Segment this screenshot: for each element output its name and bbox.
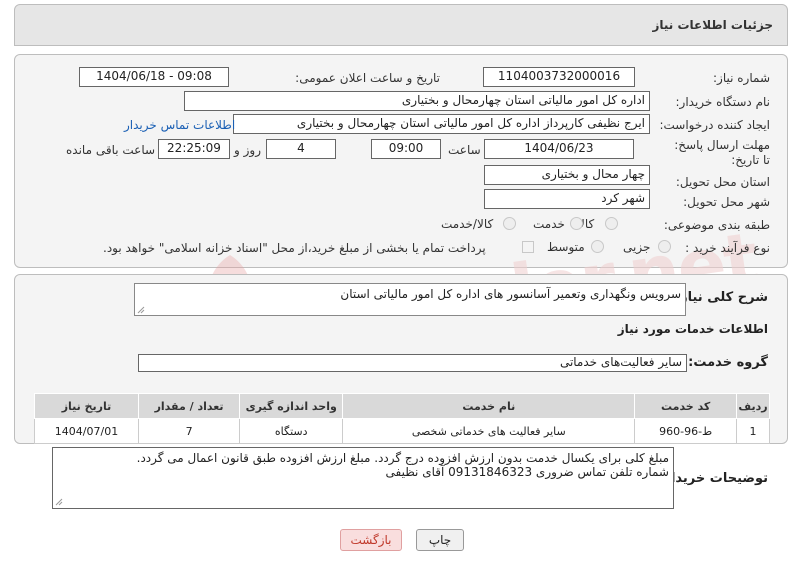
cell-code: ط-96-960 (634, 418, 738, 444)
need-number-field: 1104003732000016 (483, 67, 635, 87)
remaining-label: ساعت باقی مانده (66, 143, 156, 157)
back-button[interactable]: بازگشت (340, 529, 402, 551)
remaining-time-field: 22:25:09 (158, 139, 230, 159)
treasury-checkbox[interactable] (522, 241, 534, 253)
service-group-field: سایر فعالیت‌های خدماتی (138, 354, 687, 372)
deadline-time-field: 09:00 (371, 139, 441, 159)
days-field: 4 (266, 139, 336, 159)
category-option-service: خدمت (533, 217, 565, 231)
category-radio-service[interactable] (570, 217, 583, 230)
col-qty: تعداد / مقدار (137, 393, 241, 419)
buyer-notes-field: مبلغ کلی برای یکسال خدمت بدون ارزش افزود… (52, 447, 674, 509)
buyer-notes-line-2: شماره تلفن تماس ضروری 09131846323 آقای ن… (385, 465, 670, 479)
services-table: ردیف کد خدمت نام خدمت واحد اندازه گیری ت… (34, 393, 770, 444)
process-label: نوع فرآیند خرید : (685, 241, 770, 255)
col-name: نام خدمت (342, 393, 636, 419)
deadline-label: مهلت ارسال پاسخ: تا تاریخ: (674, 138, 770, 167)
description-field: سرویس ونگهداری وتعمیر آسانسور های اداره … (134, 283, 686, 316)
table-row: 1 ط-96-960 سایر فعالیت های خدماتی شخصی د… (34, 418, 770, 444)
cell-index: 1 (736, 418, 770, 444)
payment-note: پرداخت تمام یا بخشی از مبلغ خرید،از محل … (103, 241, 486, 255)
col-unit: واحد اندازه گیری (239, 393, 344, 419)
city-field: شهر کرد (484, 189, 650, 209)
cell-qty: 7 (137, 418, 241, 444)
province-label: استان محل تحویل: (675, 175, 770, 189)
buyer-field: اداره کل امور مالیاتی استان چهارمحال و ب… (184, 91, 650, 111)
need-number-label: شماره نیاز: (713, 71, 770, 85)
buyer-label: نام دستگاه خریدار: (675, 95, 771, 109)
cell-unit: دستگاه (239, 418, 344, 444)
print-button[interactable]: چاپ (416, 529, 464, 551)
process-radio-medium[interactable] (591, 240, 604, 253)
deadline-date-field: 1404/06/23 (484, 139, 634, 159)
col-date: تاریخ نیاز (34, 393, 139, 419)
category-radio-goods[interactable] (605, 217, 618, 230)
description-label: شرح کلی نیاز: (674, 290, 768, 305)
process-radio-minor[interactable] (658, 240, 671, 253)
requester-label: ایجاد کننده درخواست: (659, 118, 770, 132)
resize-handle-icon[interactable] (137, 306, 145, 314)
announce-label: تاریخ و ساعت اعلان عمومی: (295, 71, 440, 85)
cell-date: 1404/07/01 (34, 418, 139, 444)
deadline-time-label: ساعت (448, 143, 481, 157)
category-radio-goods-service[interactable] (503, 217, 516, 230)
category-option-goods-service: کالا/خدمت (441, 217, 494, 231)
header-bar: جزئیات اطلاعات نیاز (14, 4, 788, 46)
notes-resize-handle-icon[interactable] (55, 498, 63, 506)
col-code: کد خدمت (634, 393, 738, 419)
cell-name: سایر فعالیت های خدماتی شخصی (342, 418, 636, 444)
requester-field: ایرج نظیفی کارپرداز اداره کل امور مالیات… (233, 114, 650, 134)
buyer-contact-link[interactable]: اطلاعات تماس خریدار (124, 118, 235, 132)
province-field: چهار محال و بختیاری (484, 165, 650, 185)
buyer-notes-label: توضیحات خریدار: (658, 471, 768, 486)
col-index: ردیف (736, 393, 770, 419)
page-title: جزئیات اطلاعات نیاز (652, 18, 773, 32)
announce-field: 1404/06/18 - 09:08 (79, 67, 229, 87)
service-group-label: گروه خدمت: (688, 355, 768, 370)
days-label: روز و (234, 143, 261, 157)
process-option-medium: متوسط (547, 240, 585, 254)
buyer-notes-line-1: مبلغ کلی برای یکسال خدمت بدون ارزش افزود… (136, 451, 669, 465)
city-label: شهر محل تحویل: (683, 195, 770, 209)
services-section-title: اطلاعات خدمات مورد نیاز (617, 322, 768, 336)
process-option-minor: جزیی (623, 240, 651, 254)
category-label: طبقه بندی موضوعی: (663, 218, 770, 232)
